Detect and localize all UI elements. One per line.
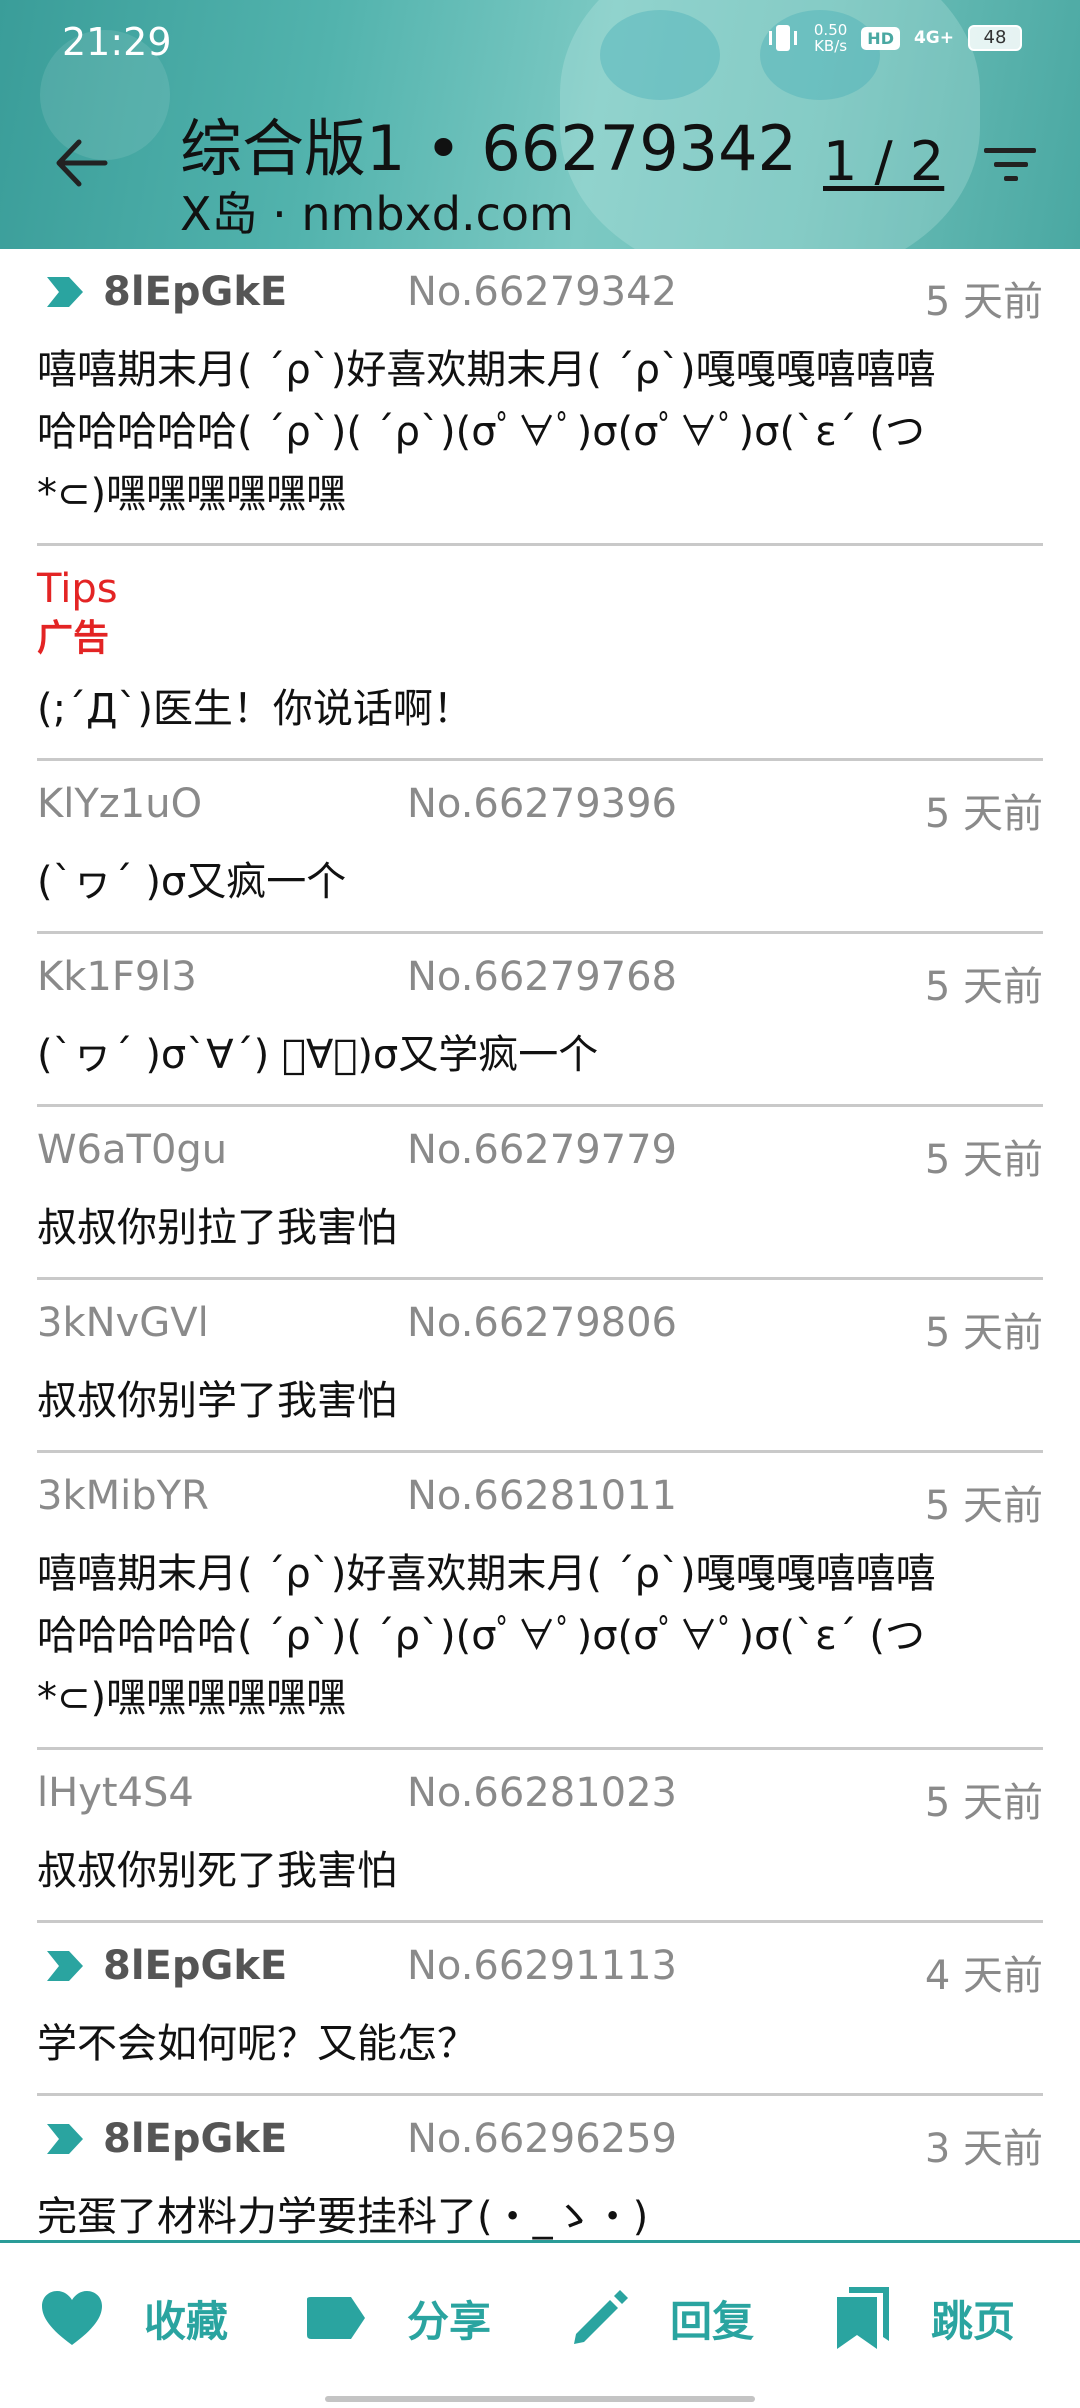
filter-icon — [984, 148, 1036, 181]
arrow-left-icon — [56, 139, 108, 187]
filter-button[interactable] — [980, 140, 1040, 190]
post-meta: 8lEpGkE No.66279342 5 天前 — [37, 249, 1043, 339]
post-content[interactable]: 学不会如何呢？又能怎？ — [37, 2013, 1043, 2093]
share-label: 分享 — [407, 2296, 492, 2346]
jump-label: 跳页 — [931, 2296, 1016, 2346]
post-time: 4 天前 — [924, 1953, 1043, 1999]
post-number[interactable]: No.66281023 — [407, 1770, 677, 1816]
net-speed-value: 0.50 — [813, 21, 848, 39]
post-number[interactable]: No.66279806 — [407, 1300, 677, 1346]
post-time: 5 天前 — [924, 791, 1043, 837]
back-button[interactable] — [46, 128, 116, 198]
post-time: 5 天前 — [924, 1310, 1043, 1356]
post-uid[interactable]: KlYz1uO — [37, 781, 202, 827]
post-number[interactable]: No.66296259 — [407, 2116, 677, 2162]
post-uid[interactable]: lHyt4S4 — [37, 1770, 194, 1816]
pencil-icon — [574, 2290, 628, 2344]
post-uid[interactable]: Kk1F9l3 — [37, 954, 197, 1000]
post-number[interactable]: No.66279396 — [407, 781, 677, 827]
bookmark-icon — [837, 2287, 889, 2349]
post-uid-text: 8lEpGkE — [103, 1943, 288, 1989]
post-uid-text: 8lEpGkE — [103, 269, 288, 315]
vibrate-icon — [768, 25, 797, 51]
post-time: 5 天前 — [924, 1780, 1043, 1826]
post-number[interactable]: No.66279779 — [407, 1127, 677, 1173]
reply-item[interactable]: W6aT0gu No.66279779 5 天前 叔叔你别拉了我害怕 — [37, 1107, 1043, 1280]
site-subtitle: X岛 · nmbxd.com — [180, 187, 574, 241]
post-uid-text: 8lEpGkE — [103, 2116, 288, 2162]
signal-icon: 4G+ — [913, 28, 954, 48]
post-uid[interactable]: 3kNvGVl — [37, 1300, 209, 1346]
post-number[interactable]: No.66279768 — [407, 954, 677, 1000]
reply-item[interactable]: KlYz1uO No.66279396 5 天前 (`ヮ´ )σ又疯一个 — [37, 761, 1043, 934]
reply-button[interactable]: 回复 — [570, 2283, 754, 2353]
reply-label: 回复 — [670, 2296, 755, 2346]
post-uid[interactable]: 8lEpGkE — [37, 1943, 287, 1989]
reply-item[interactable]: Kk1F9l3 No.66279768 5 天前 (`ヮ´ )σ`∀´) ﾟ∀ﾟ… — [37, 934, 1043, 1107]
post-content[interactable]: (`ヮ´ )σ`∀´) ﾟ∀ﾟ)σ又学疯一个 — [37, 1024, 1043, 1104]
post-uid[interactable]: 3kMibYR — [37, 1473, 209, 1519]
post-content[interactable]: (`ヮ´ )σ又疯一个 — [37, 851, 1043, 931]
post-uid[interactable]: 8lEpGkE — [37, 2116, 287, 2162]
status-bar: 21:29 0.50 KB/s HD 4G+ 48 — [0, 0, 1080, 84]
post-time: 5 天前 — [924, 1137, 1043, 1183]
po-chevron-icon — [47, 1951, 83, 1981]
post-meta: 8lEpGkE No.66291113 4 天前 — [37, 1923, 1043, 2013]
post-number[interactable]: No.66279342 — [407, 269, 677, 315]
net-speed-unit: KB/s — [814, 37, 848, 55]
main-post[interactable]: 8lEpGkE No.66279342 5 天前 嘻嘻期末月( ´ρ`)好喜欢期… — [37, 249, 1043, 546]
share-button[interactable]: 分享 — [305, 2283, 491, 2353]
post-time: 3 天前 — [924, 2126, 1043, 2172]
reply-item[interactable]: 3kNvGVl No.66279806 5 天前 叔叔你别学了我害怕 — [37, 1280, 1043, 1453]
post-list[interactable]: 8lEpGkE No.66279342 5 天前 嘻嘻期末月( ´ρ`)好喜欢期… — [0, 249, 1080, 2266]
post-meta: 3kNvGVl No.66279806 5 天前 — [37, 1280, 1043, 1370]
reply-item[interactable]: 3kMibYR No.66281011 5 天前 嘻嘻期末月( ´ρ`)好喜欢期… — [37, 1453, 1043, 1750]
post-number[interactable]: No.66281011 — [407, 1473, 677, 1519]
post-meta: KlYz1uO No.66279396 5 天前 — [37, 761, 1043, 851]
post-content[interactable]: 嘻嘻期末月( ´ρ`)好喜欢期末月( ´ρ`)嘎嘎嘎嘻嘻嘻 哈哈哈哈哈( ´ρ`… — [37, 339, 1043, 543]
post-meta: 8lEpGkE No.66296259 3 天前 — [37, 2096, 1043, 2186]
po-chevron-icon — [47, 2124, 83, 2154]
reply-item[interactable]: lHyt4S4 No.66281023 5 天前 叔叔你别死了我害怕 — [37, 1750, 1043, 1923]
home-indicator[interactable] — [325, 2396, 755, 2402]
favorite-button[interactable]: 收藏 — [40, 2283, 228, 2353]
post-meta: 3kMibYR No.66281011 5 天前 — [37, 1453, 1043, 1543]
post-number[interactable]: No.66291113 — [407, 1943, 677, 1989]
tips-content[interactable]: (;´Д`)医生！你说话啊！ — [37, 664, 1043, 758]
post-content[interactable]: 叔叔你别学了我害怕 — [37, 1370, 1043, 1450]
status-icons: 0.50 KB/s HD 4G+ 48 — [766, 22, 1022, 54]
post-content[interactable]: 叔叔你别拉了我害怕 — [37, 1197, 1043, 1277]
app-header: 21:29 0.50 KB/s HD 4G+ 48 综合版1 • 6627934… — [0, 0, 1080, 249]
post-uid[interactable]: 8lEpGkE — [37, 269, 287, 315]
ad-tag: 广告 — [37, 618, 110, 659]
jump-page-button[interactable]: 跳页 — [835, 2283, 1015, 2353]
post-meta: Kk1F9l3 No.66279768 5 天前 — [37, 934, 1043, 1024]
thread-title: 综合版1 • 66279342 — [180, 112, 798, 185]
bottom-action-bar: 收藏 分享 回复 跳页 — [0, 2240, 1080, 2408]
favorite-label: 收藏 — [144, 2296, 229, 2346]
post-meta: W6aT0gu No.66279779 5 天前 — [37, 1107, 1043, 1197]
battery-icon: 48 — [968, 25, 1022, 51]
post-time: 5 天前 — [924, 279, 1043, 325]
po-chevron-icon — [47, 277, 83, 307]
post-time: 5 天前 — [924, 964, 1043, 1010]
post-content[interactable]: 嘻嘻期末月( ´ρ`)好喜欢期末月( ´ρ`)嘎嘎嘎嘻嘻嘻 哈哈哈哈哈( ´ρ`… — [37, 1543, 1043, 1747]
post-content[interactable]: 叔叔你别死了我害怕 — [37, 1840, 1043, 1920]
tag-icon — [307, 2297, 365, 2339]
heart-icon — [42, 2291, 102, 2345]
post-uid[interactable]: W6aT0gu — [37, 1127, 227, 1173]
post-time: 5 天前 — [924, 1483, 1043, 1529]
tips-title: Tips — [37, 566, 118, 612]
page-indicator[interactable]: 1 / 2 — [823, 130, 944, 193]
post-meta: lHyt4S4 No.66281023 5 天前 — [37, 1750, 1043, 1840]
net-speed: 0.50 KB/s — [814, 22, 847, 54]
status-time: 21:29 — [62, 20, 172, 64]
tips-post[interactable]: Tips 广告 (;´Д`)医生！你说话啊！ — [37, 546, 1043, 761]
reply-item[interactable]: 8lEpGkE No.66291113 4 天前 学不会如何呢？又能怎？ — [37, 1923, 1043, 2096]
hd-icon: HD — [861, 26, 900, 50]
